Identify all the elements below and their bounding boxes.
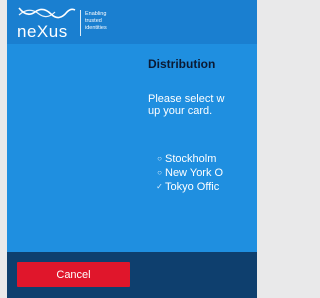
radio-icon[interactable]: ○	[156, 152, 163, 166]
checkmark-icon[interactable]: ✓	[156, 180, 163, 194]
option-label: New York O	[165, 167, 224, 179]
footer: Cancel	[7, 252, 257, 298]
cancel-button[interactable]: Cancel	[17, 262, 130, 287]
tagline-line: identities	[85, 25, 107, 31]
brand-tagline: Enabling trusted identities	[85, 11, 125, 32]
nexus-logo-icon	[18, 7, 76, 19]
option-label: Tokyo Offic	[165, 181, 220, 193]
instruction-line: up your card.	[148, 105, 213, 117]
tagline-line: Enabling	[85, 11, 107, 17]
brand-name: neXus	[17, 22, 68, 41]
header: neXus Enabling trusted identities	[7, 0, 257, 44]
tagline-line: trusted	[85, 18, 102, 24]
radio-icon[interactable]: ○	[156, 166, 163, 180]
app-panel: neXus Enabling trusted identities Distri…	[7, 0, 257, 298]
instruction-line: Please select w	[148, 93, 225, 105]
option-label: Stockholm	[165, 153, 217, 165]
dialog-title: Distribution	[148, 57, 216, 71]
dialog-instruction: Please select w up your card.	[148, 93, 257, 117]
window-frame: neXus Enabling trusted identities Distri…	[0, 0, 257, 298]
header-divider	[80, 10, 81, 36]
